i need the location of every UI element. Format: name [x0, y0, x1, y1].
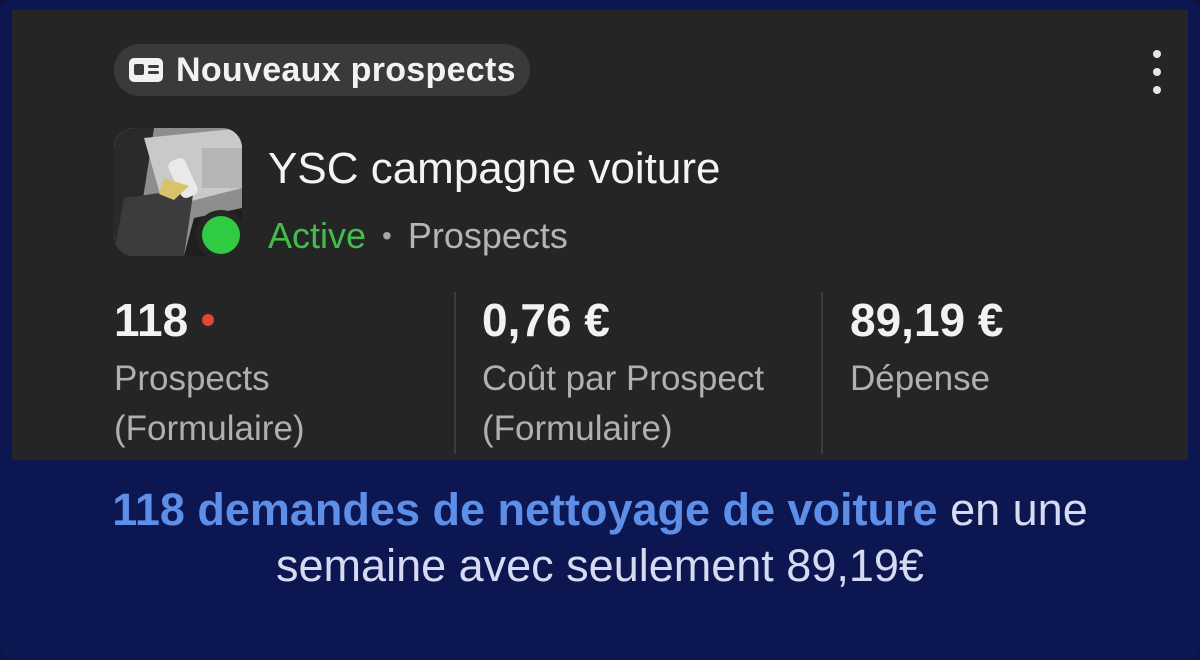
id-card-icon: [126, 50, 166, 90]
metric-value: 0,76 €: [482, 294, 610, 346]
metric-label: Dépense: [850, 354, 1003, 404]
metric-label: Prospects (Formulaire): [114, 354, 305, 454]
metric-value: 118: [114, 294, 189, 346]
metric-leads: 118 Prospects (Formulaire): [114, 290, 305, 455]
promo-caption: 118 demandes de nettoyage de voiture en …: [0, 482, 1200, 594]
metric-label-line2: (Formulaire): [114, 409, 305, 448]
caption-line-1: 118 demandes de nettoyage de voiture en …: [0, 482, 1200, 538]
caption-line-2: semaine avec seulement 89,19€: [276, 540, 924, 591]
metric-spend: 89,19 € Dépense: [850, 290, 1003, 455]
active-status-dot: [202, 216, 240, 254]
metric-divider: [821, 292, 823, 454]
campaign-title[interactable]: YSC campagne voiture: [268, 144, 720, 194]
metric-label: Coût par Prospect (Formulaire): [482, 354, 764, 454]
metric-label-line1: Dépense: [850, 359, 991, 398]
metric-divider: [454, 292, 456, 454]
caption-highlight: 118 demandes de nettoyage de voiture: [112, 484, 938, 535]
more-vertical-icon[interactable]: [1142, 50, 1172, 94]
new-leads-badge: Nouveaux prospects: [114, 44, 530, 96]
metric-value: 89,19 €: [850, 294, 1004, 346]
campaign-objective: Prospects: [407, 215, 568, 256]
metric-value-row: 89,19 €: [850, 290, 1003, 350]
metric-cost-per-lead: 0,76 € Coût par Prospect (Formulaire): [482, 290, 764, 455]
metric-label-line1: Prospects: [114, 359, 270, 398]
status-separator: •: [382, 220, 392, 251]
campaign-thumbnail[interactable]: [114, 128, 242, 256]
promo-frame: Nouveaux prospects YSC campagne voiture …: [0, 0, 1200, 660]
caption-line1-rest: en une: [937, 484, 1088, 535]
status-active-label: Active: [268, 215, 367, 256]
badge-label: Nouveaux prospects: [176, 50, 516, 89]
metric-label-line1: Coût par Prospect: [482, 359, 765, 398]
metric-label-line2: (Formulaire): [482, 409, 673, 448]
campaign-card: Nouveaux prospects YSC campagne voiture …: [12, 10, 1188, 460]
metric-value-row: 0,76 €: [482, 290, 764, 350]
campaign-status-line: Active • Prospects: [268, 215, 568, 257]
metric-value-row: 118: [114, 290, 305, 350]
alert-dot-icon: [202, 314, 215, 326]
